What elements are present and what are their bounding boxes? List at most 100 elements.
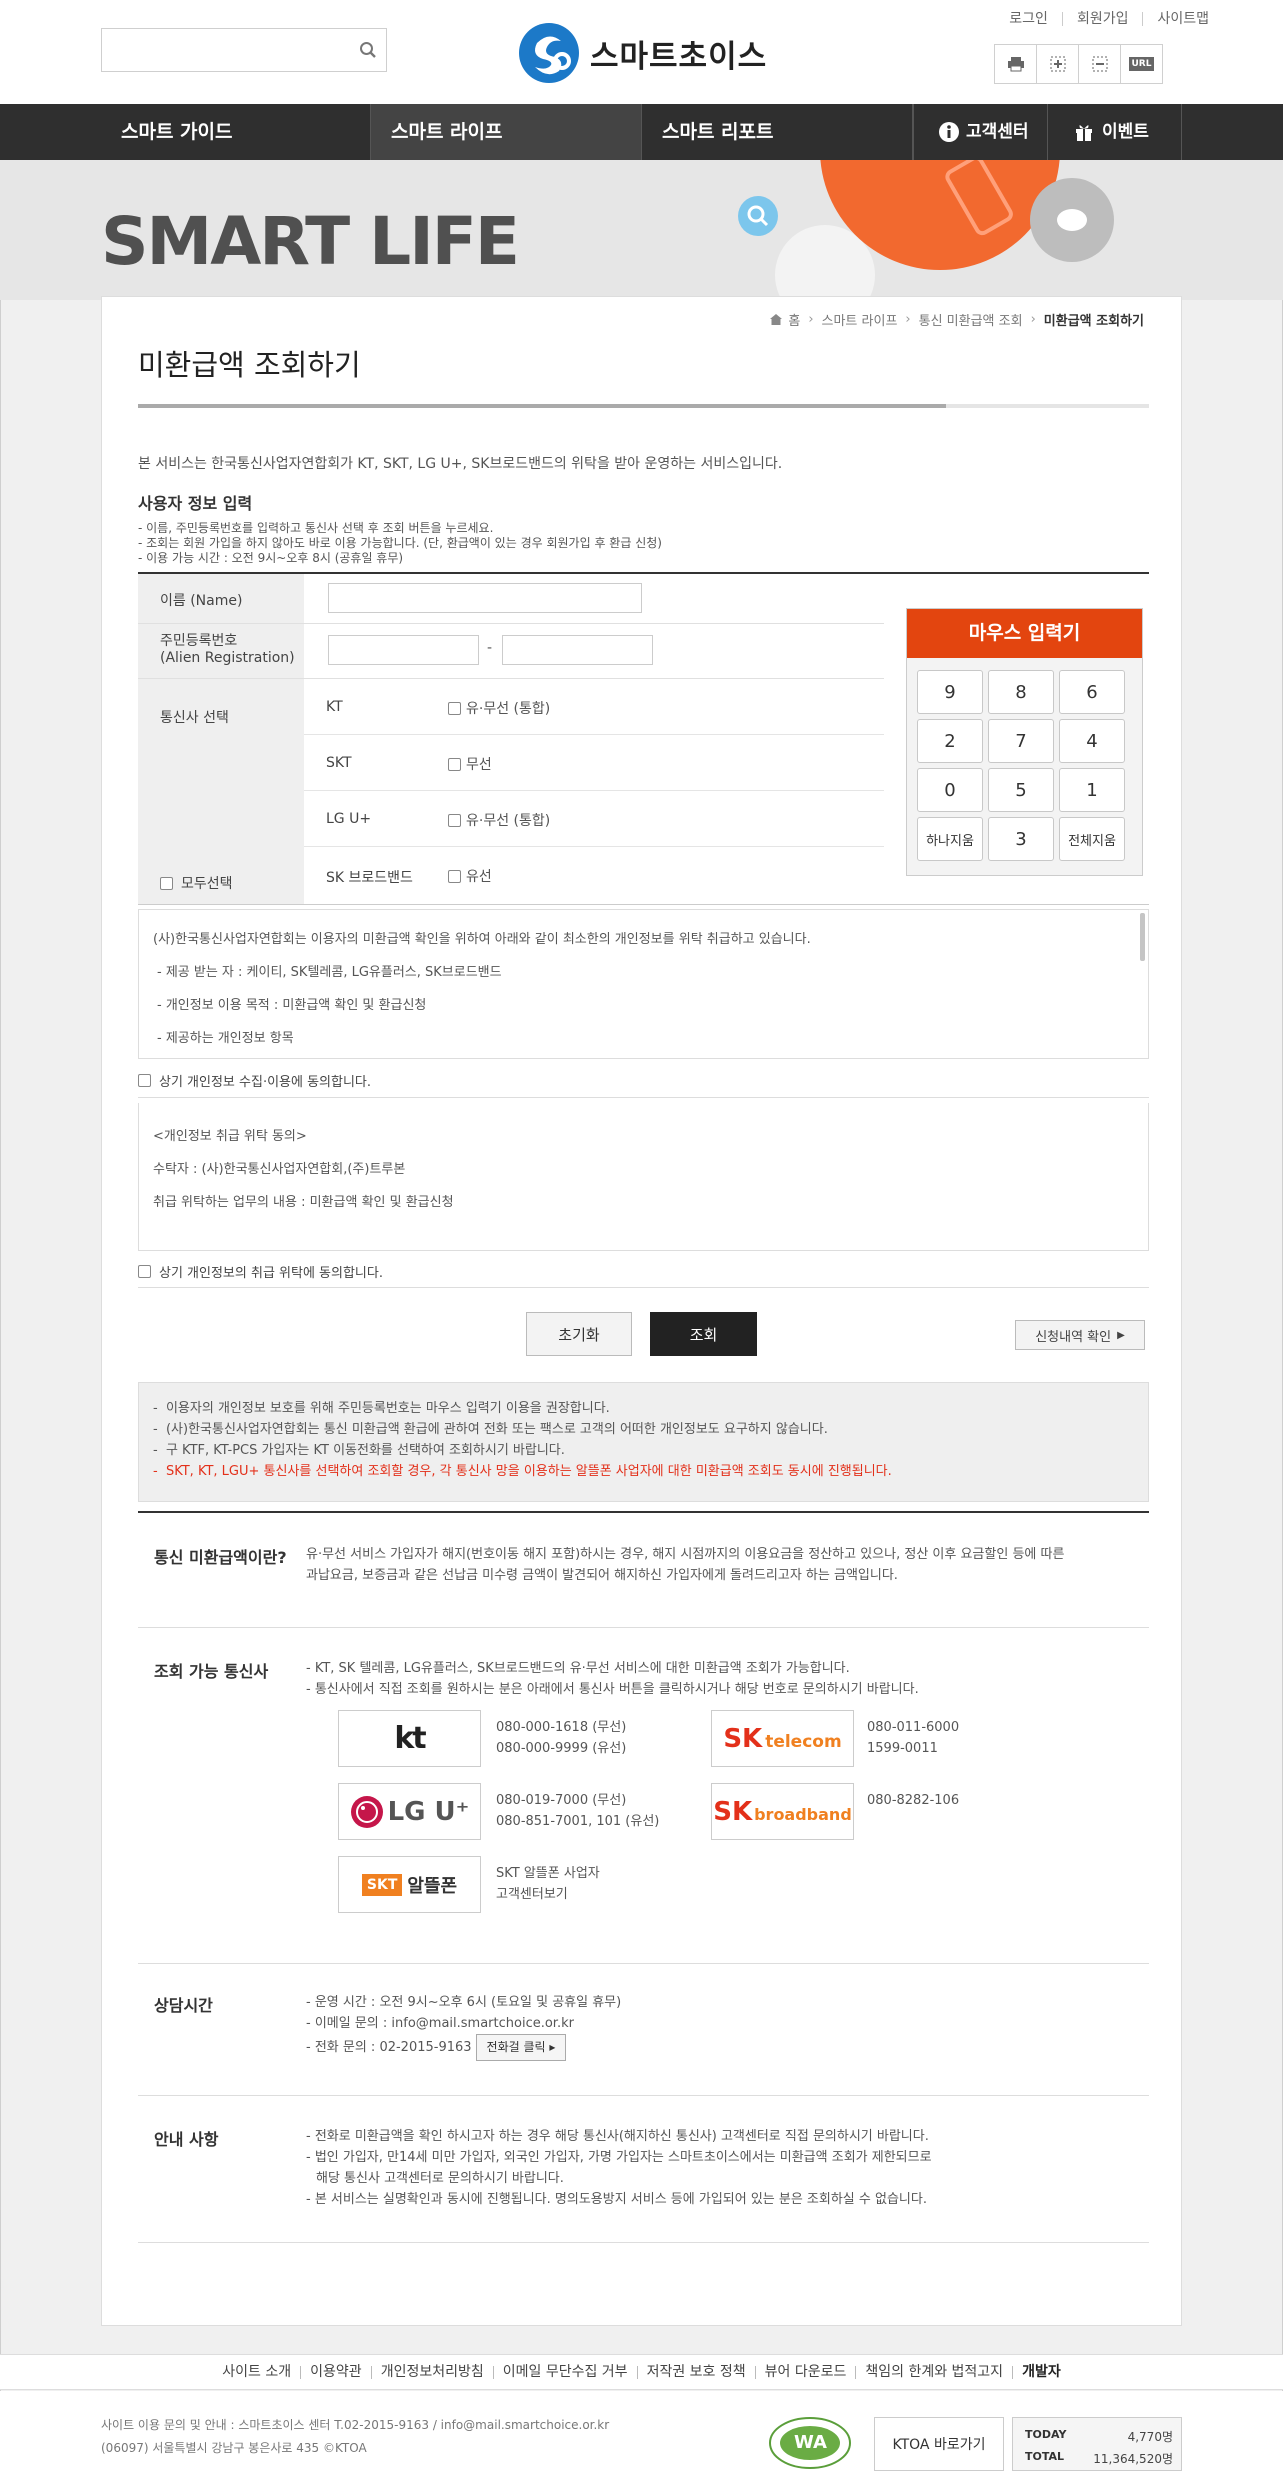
select-all-checkbox[interactable]: 모두선택 bbox=[160, 873, 233, 893]
note-line: - 조회는 회원 가입을 하지 않아도 바로 이용 가능합니다. (단, 환급액… bbox=[138, 536, 662, 550]
home-icon[interactable] bbox=[770, 314, 783, 325]
keypad-key[interactable]: 7 bbox=[988, 719, 1054, 763]
carrier-option-skb[interactable]: 유선 bbox=[448, 866, 492, 886]
title-underline bbox=[138, 404, 1149, 408]
name-field[interactable] bbox=[328, 583, 642, 613]
section-hours: 상담시간 - 운영 시간 : 오전 9시~오후 6시 (토요일 및 공휴일 휴무… bbox=[138, 1964, 1149, 2096]
checkbox[interactable] bbox=[138, 1265, 151, 1278]
breadcrumb-smart-life[interactable]: 스마트 라이프 bbox=[822, 310, 898, 329]
carrier-name: SKT bbox=[326, 755, 352, 771]
checkbox[interactable] bbox=[448, 813, 461, 827]
search-button[interactable]: 조회 bbox=[650, 1312, 757, 1356]
agree-collection-checkbox[interactable]: 상기 개인정보 수집·이용에 동의합니다. bbox=[138, 1071, 371, 1090]
skt-logo-button[interactable]: SK telecom bbox=[711, 1710, 854, 1767]
carrier-name: LG U+ bbox=[326, 811, 372, 827]
zoom-in-icon[interactable] bbox=[1036, 44, 1079, 84]
skb-logo-button[interactable]: SK broadband bbox=[711, 1783, 854, 1840]
footer-links: 사이트 소개 이용약관 개인정보처리방침 이메일 무단수집 거부 저작권 보호 … bbox=[0, 2354, 1283, 2390]
checkbox[interactable] bbox=[138, 1074, 151, 1087]
terms-line: - 제공하는 개인정보 항목 bbox=[157, 1031, 294, 1046]
keypad-key[interactable]: 2 bbox=[917, 719, 983, 763]
breadcrumb-home[interactable]: 홈 bbox=[788, 310, 800, 329]
reset-button[interactable]: 초기화 bbox=[526, 1312, 632, 1356]
keypad-key[interactable]: 5 bbox=[988, 768, 1054, 812]
scrollbar[interactable] bbox=[1140, 913, 1145, 961]
keypad-key[interactable]: 8 bbox=[988, 670, 1054, 714]
wa-badge-text: WA bbox=[794, 2432, 827, 2453]
terms-line: 취급 위탁하는 업무의 내용 : 미환급액 확인 및 환급신청 bbox=[153, 1195, 454, 1210]
keypad-key[interactable]: 9 bbox=[917, 670, 983, 714]
nav-customer-center[interactable]: 고객센터 bbox=[913, 104, 1047, 160]
mouse-keypad: 마우스 입력기 9 8 6 2 7 4 0 5 1 하나지움 3 전체지움 bbox=[906, 608, 1143, 876]
agree-consignment-checkbox[interactable]: 상기 개인정보의 취급 위탁에 동의합니다. bbox=[138, 1262, 383, 1281]
carrier-label-cell: 통신사 선택 모두선택 bbox=[138, 679, 304, 904]
rrn-first-field[interactable] bbox=[328, 635, 479, 665]
footer-link[interactable]: 개인정보처리방침 bbox=[370, 2365, 493, 2379]
zoom-out-icon[interactable] bbox=[1078, 44, 1121, 84]
footer-address: 사이트 이용 문의 및 안내 : 스마트초이스 센터 T.02-2015-916… bbox=[101, 2418, 610, 2455]
total-label: TOTAL bbox=[1025, 2450, 1065, 2463]
chevron-right-icon: › bbox=[1030, 312, 1036, 327]
keypad-key[interactable]: 6 bbox=[1059, 670, 1125, 714]
footer-link[interactable]: 저작권 보호 정책 bbox=[636, 2365, 755, 2379]
content-panel: 홈 › 스마트 라이프 › 통신 미환급액 조회 › 미환급액 조회하기 미환급… bbox=[101, 296, 1182, 2326]
section-heading: 안내 사항 bbox=[154, 2130, 219, 2149]
carrier-row-lgu: LG U+ 유·무선 (통합) bbox=[304, 791, 884, 847]
page-title: 미환급액 조회하기 bbox=[138, 348, 361, 382]
keypad-key[interactable]: 3 bbox=[988, 817, 1054, 861]
mvno-link[interactable]: 고객센터보기 bbox=[496, 1884, 600, 1905]
history-button[interactable]: 신청내역 확인 ▶ bbox=[1015, 1320, 1145, 1350]
login-link[interactable]: 로그인 bbox=[995, 12, 1062, 26]
rrn-second-field[interactable] bbox=[502, 635, 653, 665]
carrier-option-lgu[interactable]: 유·무선 (통합) bbox=[448, 810, 550, 830]
nav-smart-report[interactable]: 스마트 리포트 bbox=[642, 104, 913, 160]
lg-logo-icon bbox=[350, 1795, 383, 1828]
main-nav: 스마트 가이드 스마트 라이프 스마트 리포트 고객센터 이벤트 bbox=[0, 104, 1283, 160]
breadcrumb-refund[interactable]: 통신 미환급액 조회 bbox=[919, 310, 1023, 329]
kt-logo-button[interactable]: kt bbox=[338, 1710, 481, 1767]
mvno-text: SKT 알뜰폰 사업자 고객센터보기 bbox=[496, 1863, 600, 1905]
keypad-key[interactable]: 0 bbox=[917, 768, 983, 812]
checkbox[interactable] bbox=[448, 869, 461, 883]
carrier-option-skt[interactable]: 무선 bbox=[448, 754, 492, 774]
footer-link[interactable]: 사이트 소개 bbox=[213, 2365, 300, 2379]
skb-tel: 080-8282-106 bbox=[867, 1793, 960, 1808]
today-value: 4,770명 bbox=[1127, 2430, 1173, 2444]
carrier-row-skb: SK 브로드밴드 유선 bbox=[304, 847, 884, 903]
keypad-key[interactable]: 1 bbox=[1059, 768, 1125, 812]
signup-link[interactable]: 회원가입 bbox=[1061, 12, 1143, 26]
section-body: 유·무선 서비스 가입자가 해지(번호이동 해지 포함)하시는 경우, 해지 시… bbox=[306, 1547, 1065, 1583]
privacy-collection-terms[interactable]: (사)한국통신사업자연합회는 이용자의 미환급액 확인을 위하여 아래와 같이 … bbox=[138, 909, 1149, 1059]
footer-link[interactable]: 책임의 한계와 법적고지 bbox=[855, 2365, 1012, 2379]
search-input[interactable] bbox=[101, 28, 387, 72]
keypad-clear-all[interactable]: 전체지움 bbox=[1059, 817, 1125, 861]
nav-event[interactable]: 이벤트 bbox=[1047, 104, 1182, 160]
header: 스마트초이스 로그인 회원가입 사이트맵 URL bbox=[0, 0, 1283, 104]
mvno-logo-button[interactable]: SKT 알뜰폰 bbox=[338, 1856, 481, 1913]
carrier-option-kt[interactable]: 유·무선 (통합) bbox=[448, 698, 550, 718]
footer-link[interactable]: 개발자 bbox=[1012, 2365, 1070, 2379]
lgu-logo-button[interactable]: LG U⁺ bbox=[338, 1783, 481, 1840]
nav-smart-life[interactable]: 스마트 라이프 bbox=[371, 104, 642, 160]
nav-smart-guide[interactable]: 스마트 가이드 bbox=[101, 104, 371, 160]
notice-line: - 구 KTF, KT-PCS 가입자는 KT 이동전화를 선택하여 조회하시기… bbox=[153, 1443, 565, 1458]
checkbox[interactable] bbox=[448, 757, 461, 771]
notice-line: - (사)한국통신사업자연합회는 통신 미환급액 환급에 관하여 전화 또는 팩… bbox=[153, 1422, 828, 1437]
keypad-backspace[interactable]: 하나지움 bbox=[917, 817, 983, 861]
privacy-consignment-terms[interactable]: <개인정보 취급 위탁 동의> 수탁자 : (사)한국통신사업자연합회,(주)트… bbox=[138, 1103, 1149, 1251]
search-icon[interactable] bbox=[359, 41, 377, 59]
ktoa-link[interactable]: KTOA 바로가기 bbox=[874, 2417, 1004, 2471]
checkbox[interactable] bbox=[448, 701, 461, 715]
call-button[interactable]: 전화걸 클릭 ▸ bbox=[475, 2034, 567, 2061]
top-links: 로그인 회원가입 사이트맵 bbox=[995, 12, 1223, 26]
checkbox[interactable] bbox=[160, 876, 173, 890]
footer-link[interactable]: 이메일 무단수집 거부 bbox=[492, 2365, 637, 2379]
keypad-key[interactable]: 4 bbox=[1059, 719, 1125, 763]
footer-link[interactable]: 뷰어 다운로드 bbox=[754, 2365, 856, 2379]
print-icon[interactable] bbox=[994, 44, 1037, 84]
url-copy-icon[interactable]: URL bbox=[1120, 44, 1163, 84]
sitemap-link[interactable]: 사이트맵 bbox=[1142, 12, 1223, 26]
section-what-is: 통신 미환급액이란? 유·무선 서비스 가입자가 해지(번호이동 해지 포함)하… bbox=[138, 1513, 1149, 1628]
footer-link[interactable]: 이용약관 bbox=[300, 2365, 371, 2379]
site-logo[interactable]: 스마트초이스 bbox=[517, 21, 767, 85]
